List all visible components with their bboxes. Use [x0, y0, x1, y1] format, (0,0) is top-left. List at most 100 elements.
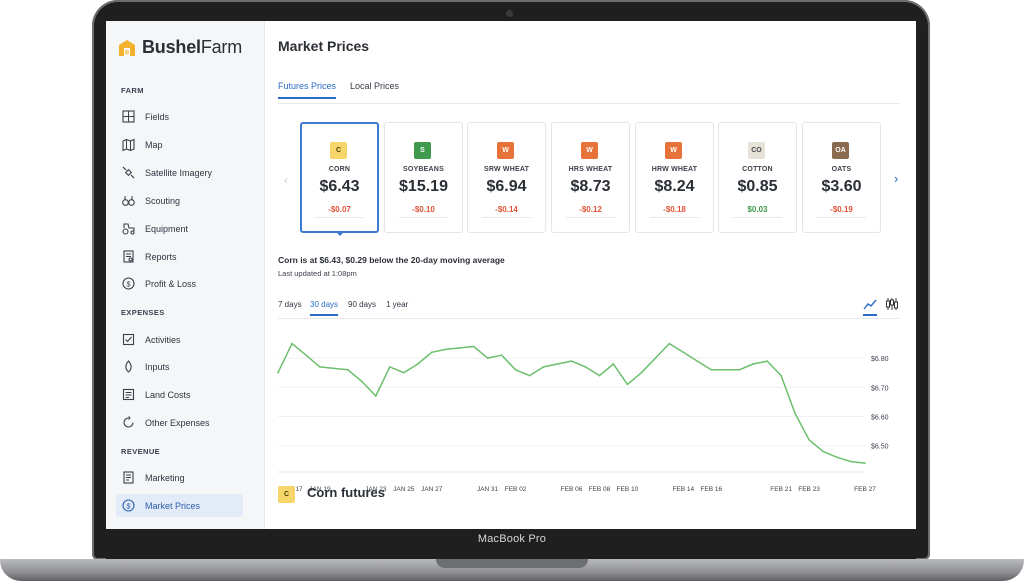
- land-costs-icon: [122, 388, 135, 401]
- sidebar-item-inputs[interactable]: Inputs: [116, 355, 243, 378]
- map-icon: [122, 138, 135, 151]
- reports-icon: [122, 250, 135, 263]
- futures-title: Corn futures: [307, 485, 385, 500]
- x-tick-label: FEB 27: [854, 486, 876, 493]
- sidebar-item-label: Reports: [145, 251, 177, 262]
- range-90-days[interactable]: 90 days: [348, 300, 376, 314]
- y-tick-label: $6.50: [871, 444, 889, 451]
- tab-local-prices[interactable]: Local Prices: [350, 81, 399, 97]
- commodity-name: SRW WHEAT: [483, 166, 530, 173]
- candlestick-chart-icon[interactable]: [885, 297, 899, 311]
- sidebar-item-activities[interactable]: Activities: [116, 328, 243, 351]
- commodity-price: $15.19: [399, 178, 448, 195]
- commodity-price: $3.60: [821, 178, 862, 195]
- sidebar-item-label: Satellite Imagery: [145, 167, 213, 178]
- commodity-card-corn[interactable]: C CORN $6.43 -$0.07: [300, 122, 379, 233]
- commodity-name: OATS: [831, 166, 852, 173]
- data-point: [780, 374, 782, 377]
- commodity-badge: W: [581, 142, 598, 159]
- data-point: [654, 357, 657, 359]
- x-tick-label: JAN 31: [477, 486, 499, 493]
- card-divider: [315, 217, 364, 218]
- card-divider: [566, 217, 615, 218]
- commodity-card-srw-wheat[interactable]: W SRW WHEAT $6.94 -$0.14: [467, 122, 546, 233]
- data-point: [640, 371, 643, 374]
- data-point: [864, 462, 866, 464]
- sidebar-item-label: Profit & Loss: [145, 278, 197, 289]
- commodity-badge: CO: [748, 142, 765, 159]
- commodity-card-cotton[interactable]: CO COTTON $0.85 $0.03: [718, 122, 797, 233]
- sidebar-item-reports[interactable]: Reports: [116, 245, 243, 268]
- market-prices-icon: $: [122, 499, 135, 512]
- svg-text:$: $: [126, 279, 131, 288]
- svg-text:$: $: [126, 501, 131, 510]
- data-point: [402, 371, 405, 374]
- sidebar-item-satellite-imagery[interactable]: Satellite Imagery: [116, 161, 243, 184]
- commodity-change: $0.03: [747, 205, 768, 214]
- sidebar-item-land-costs[interactable]: Land Costs: [116, 383, 243, 406]
- range-30-days[interactable]: 30 days: [310, 300, 339, 316]
- data-point: [375, 395, 377, 397]
- commodity-name: HRS WHEAT: [568, 166, 613, 173]
- commodity-change: -$0.10: [412, 205, 435, 214]
- device-label: MacBook Pro: [477, 533, 547, 545]
- sidebar-item-label: Market Prices: [145, 500, 201, 511]
- sidebar-item-other-expenses[interactable]: Other Expenses: [116, 411, 243, 434]
- card-divider: [650, 217, 699, 218]
- sidebar-item-label: Equipment: [145, 223, 189, 234]
- data-point: [850, 460, 852, 463]
- sidebar-item-scouting[interactable]: Scouting: [116, 189, 243, 212]
- sidebar-item-equipment[interactable]: Equipment: [116, 217, 243, 240]
- commodity-name: HRW WHEAT: [651, 166, 698, 173]
- commodity-change: -$0.18: [663, 205, 686, 214]
- futures-badge: C: [278, 486, 295, 503]
- data-point: [612, 363, 615, 365]
- commodity-badge: S: [414, 142, 431, 159]
- commodity-change: -$0.14: [495, 205, 518, 214]
- data-point: [682, 351, 685, 354]
- sidebar-item-map[interactable]: Map: [116, 133, 243, 156]
- data-point: [472, 345, 475, 348]
- data-point: [836, 456, 838, 459]
- commodity-card-hrs-wheat[interactable]: W HRS WHEAT $8.73 -$0.12: [551, 122, 630, 233]
- x-tick-label: JAN 25: [393, 486, 415, 493]
- y-tick-label: $6.70: [871, 385, 889, 392]
- chevron-left-icon[interactable]: ‹: [284, 173, 288, 187]
- app-logo[interactable]: B BushelFarm: [118, 37, 242, 58]
- sidebar-item-label: Inputs: [145, 361, 170, 372]
- commodity-card-hrw-wheat[interactable]: W HRW WHEAT $8.24 -$0.18: [635, 122, 714, 233]
- x-tick-label: FEB 08: [589, 486, 611, 493]
- last-updated: Last updated at 1:08pm: [278, 269, 357, 278]
- sidebar-item-market-prices[interactable]: $ Market Prices: [116, 494, 243, 517]
- sidebar-item-fields[interactable]: Fields: [116, 105, 243, 128]
- commodity-price: $0.85: [737, 178, 778, 195]
- data-point: [724, 369, 727, 371]
- range-7-days[interactable]: 7 days: [278, 300, 302, 314]
- binoculars-icon: [122, 194, 135, 207]
- x-tick-label: FEB 02: [505, 486, 527, 493]
- range-1-year[interactable]: 1 year: [386, 300, 408, 314]
- sidebar-item-label: Other Expenses: [145, 417, 210, 428]
- commodity-card-soybeans[interactable]: S SOYBEANS $15.19 -$0.10: [384, 122, 463, 233]
- data-point: [430, 351, 433, 354]
- commodity-card-oats[interactable]: OA OATS $3.60 -$0.19: [802, 122, 881, 233]
- sidebar-item-label: Land Costs: [145, 389, 191, 400]
- sidebar-section-title: EXPENSES: [121, 308, 165, 317]
- chevron-right-icon[interactable]: ›: [894, 171, 898, 186]
- card-divider: [817, 217, 866, 218]
- data-point: [444, 348, 447, 351]
- sidebar-section-title: REVENUE: [121, 447, 161, 456]
- price-summary: Corn is at $6.43, $0.29 below the 20-day…: [278, 255, 505, 265]
- sidebar-item-profit-loss[interactable]: $ Profit & Loss: [116, 272, 243, 295]
- data-point: [794, 412, 796, 415]
- tab-futures-prices[interactable]: Futures Prices: [278, 81, 337, 99]
- sidebar-item-marketing[interactable]: Marketing: [116, 466, 243, 489]
- data-point: [486, 357, 489, 359]
- commodity-badge: W: [497, 142, 514, 159]
- dollar-icon: $: [122, 277, 135, 290]
- data-point: [584, 366, 587, 368]
- main-content: Market Prices Futures Prices Local Price…: [265, 21, 916, 529]
- data-point: [333, 367, 335, 370]
- data-point: [347, 369, 349, 371]
- line-chart-icon[interactable]: [863, 297, 877, 316]
